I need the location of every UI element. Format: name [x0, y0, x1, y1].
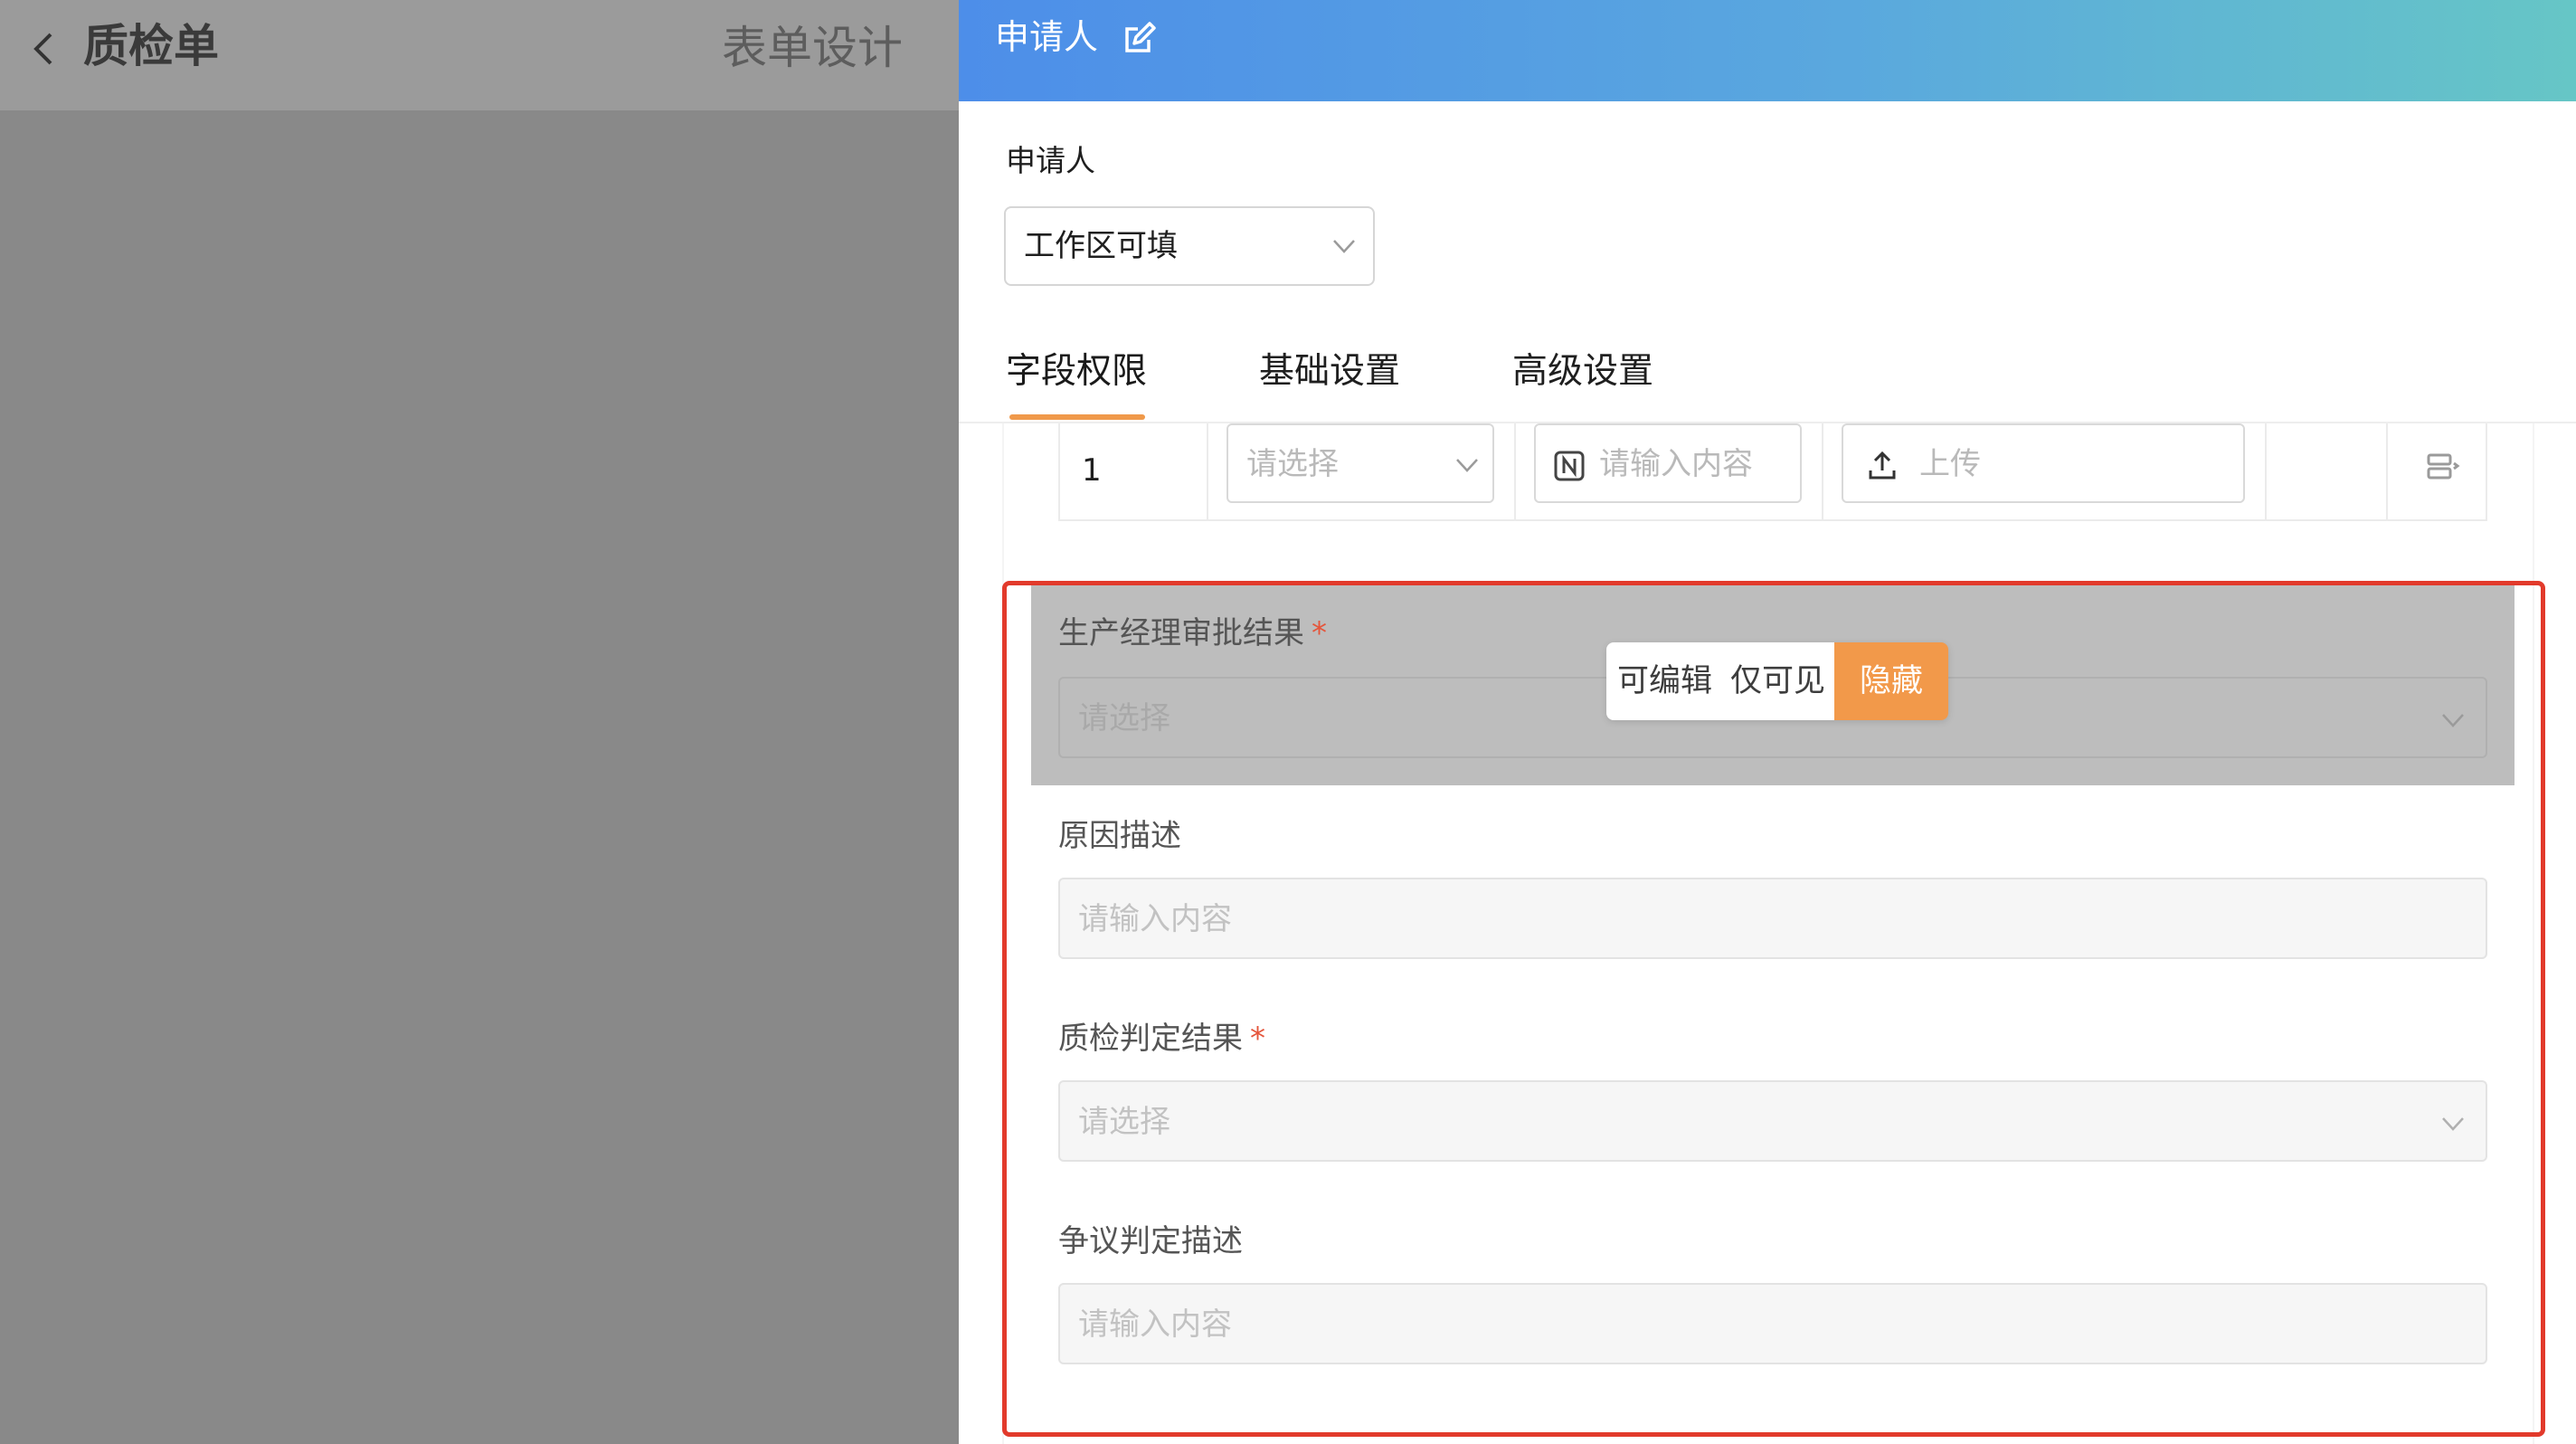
tab-field-permissions[interactable]: 字段权限 — [1006, 347, 1147, 396]
back-chevron-icon[interactable] — [25, 22, 62, 76]
upload-icon — [1869, 451, 1896, 480]
subtable-select[interactable]: 请选择 — [1226, 423, 1494, 503]
subtable-row: 1 请选择 请输入内容 上传 — [1058, 423, 2487, 521]
subtable-number-placeholder: 请输入内容 — [1599, 446, 1753, 482]
drawer-header: 申请人 — [959, 0, 2576, 101]
page-title: 质检单 — [83, 20, 219, 72]
tab-basic-settings[interactable]: 基础设置 — [1259, 347, 1400, 396]
chevron-down-icon — [1456, 459, 1478, 472]
subtable-upload-button[interactable]: 上传 — [1842, 423, 2245, 503]
node-type-label: 申请人 — [1006, 143, 1095, 178]
background-header: 质检单 表单设计 — [0, 0, 959, 110]
active-tab-indicator — [1009, 414, 1145, 420]
node-permission-select[interactable]: 工作区可填 — [1004, 206, 1375, 286]
background-overlay[interactable] — [0, 110, 959, 1444]
drawer-title: 申请人 — [995, 17, 1099, 57]
row-actions-icon[interactable] — [2424, 451, 2460, 487]
cell-divider — [1207, 423, 1208, 519]
settings-tabs: 字段权限 基础设置 高级设置 — [1004, 337, 2576, 423]
field-permissions-content[interactable]: 1 请选择 请输入内容 上传 生产经理审批结果 * 请选择 可编辑 仅可见 隐藏… — [959, 423, 2576, 1444]
subtable-select-placeholder: 请选择 — [1246, 446, 1339, 482]
number-icon — [1554, 451, 1585, 481]
subtable-number-input[interactable]: 请输入内容 — [1534, 423, 1802, 503]
tab-advanced-settings[interactable]: 高级设置 — [1512, 347, 1653, 396]
cell-divider — [1514, 423, 1516, 519]
upload-label: 上传 — [1919, 446, 1981, 482]
edit-icon[interactable] — [1122, 20, 1158, 56]
tab-form-design[interactable]: 表单设计 — [722, 18, 903, 78]
node-permission-value: 工作区可填 — [1024, 228, 1178, 264]
cell-divider — [2386, 423, 2388, 519]
chevron-down-icon — [1333, 240, 1355, 253]
node-settings-drawer: 申请人 申请人 工作区可填 字段权限 基础设置 高级设置 1 请选择 请输入内容… — [959, 0, 2576, 1444]
row-index: 1 — [1082, 452, 1102, 489]
cell-divider — [1822, 423, 1823, 519]
highlight-annotation-box — [1002, 581, 2545, 1437]
cell-divider — [2265, 423, 2267, 519]
